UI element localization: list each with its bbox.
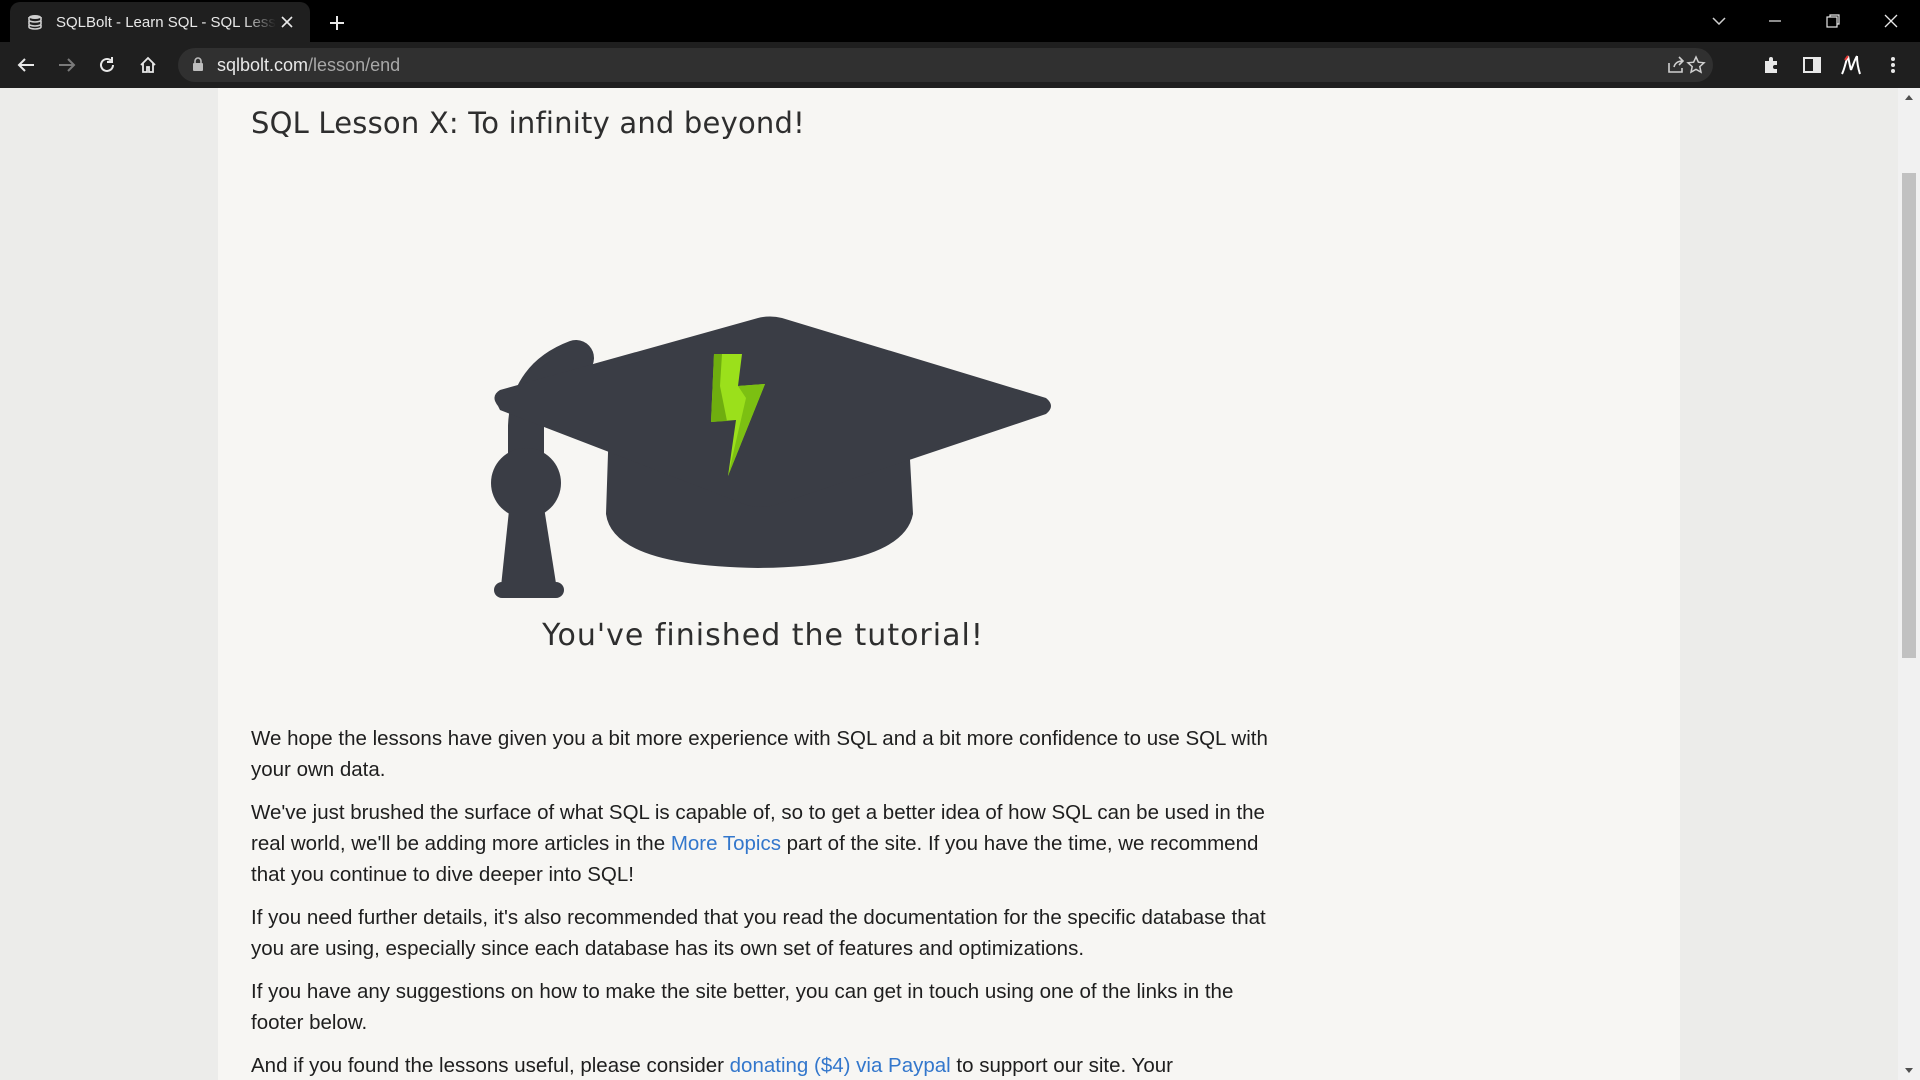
- url-path: /lesson/end: [308, 55, 401, 75]
- paragraph-intro: We hope the lessons have given you a bit…: [251, 727, 1268, 781]
- address-bar[interactable]: sqlbolt.com/lesson/end: [178, 48, 1713, 82]
- back-icon[interactable]: [12, 51, 40, 79]
- forward-icon[interactable]: [53, 51, 81, 79]
- tab-search-icon[interactable]: [1696, 6, 1742, 36]
- url-text: sqlbolt.com/lesson/end: [217, 55, 400, 76]
- scroll-up-arrow-icon[interactable]: [1898, 88, 1920, 106]
- close-tab-icon[interactable]: [278, 13, 296, 31]
- menu-kebab-icon[interactable]: [1879, 51, 1907, 79]
- graduation-cap-icon: [491, 316, 1051, 598]
- browser-tab-strip: SQLBolt - Learn SQL - SQL Lesson X: To i…: [0, 0, 1920, 42]
- paragraph-more-topics: We've just brushed the surface of what S…: [251, 797, 1271, 890]
- database-icon: [26, 13, 44, 31]
- paragraph-suggestions: If you have any suggestions on how to ma…: [251, 980, 1234, 1034]
- scroll-down-arrow-icon[interactable]: [1898, 1062, 1920, 1080]
- browser-toolbar: sqlbolt.com/lesson/end: [0, 42, 1920, 88]
- url-host: sqlbolt.com: [217, 55, 309, 75]
- extensions-icon[interactable]: [1757, 51, 1785, 79]
- page-scrollbar[interactable]: [1898, 88, 1920, 1080]
- lesson-title: SQL Lesson X: To infinity and beyond!: [251, 106, 805, 140]
- finished-message: You've finished the tutorial!: [542, 618, 984, 653]
- home-icon[interactable]: [134, 51, 162, 79]
- lock-icon[interactable]: [192, 57, 206, 73]
- browser-tab[interactable]: SQLBolt - Learn SQL - SQL Lesson X: To i…: [10, 2, 310, 42]
- restore-icon[interactable]: [1810, 6, 1856, 36]
- side-panel-icon[interactable]: [1798, 51, 1826, 79]
- lesson-content: SQL Lesson X: To infinity and beyond! Yo…: [218, 88, 1680, 1080]
- page-viewport: SQL Lesson X: To infinity and beyond! Yo…: [0, 88, 1920, 1080]
- more-topics-link[interactable]: More Topics: [671, 832, 781, 855]
- new-tab-icon[interactable]: [324, 10, 350, 36]
- paragraph-documentation: If you need further details, it's also r…: [251, 906, 1266, 960]
- paragraph-donate: And if you found the lessons useful, ple…: [251, 1050, 1271, 1080]
- reload-icon[interactable]: [93, 51, 121, 79]
- minimize-icon[interactable]: [1752, 6, 1798, 36]
- bookmark-star-icon[interactable]: [1684, 53, 1708, 77]
- lesson-body: We hope the lessons have given you a bit…: [251, 723, 1271, 1080]
- paragraph-text: And if you found the lessons useful, ple…: [251, 1054, 730, 1077]
- profile-avatar-icon[interactable]: [1838, 51, 1866, 79]
- close-window-icon[interactable]: [1868, 6, 1914, 36]
- tab-title: SQLBolt - Learn SQL - SQL Lesson X: To i…: [56, 13, 276, 31]
- donate-paypal-link[interactable]: donating ($4) via Paypal: [730, 1054, 951, 1077]
- scrollbar-thumb[interactable]: [1902, 173, 1916, 658]
- paragraph-text: to support our site. Your: [950, 1054, 1173, 1077]
